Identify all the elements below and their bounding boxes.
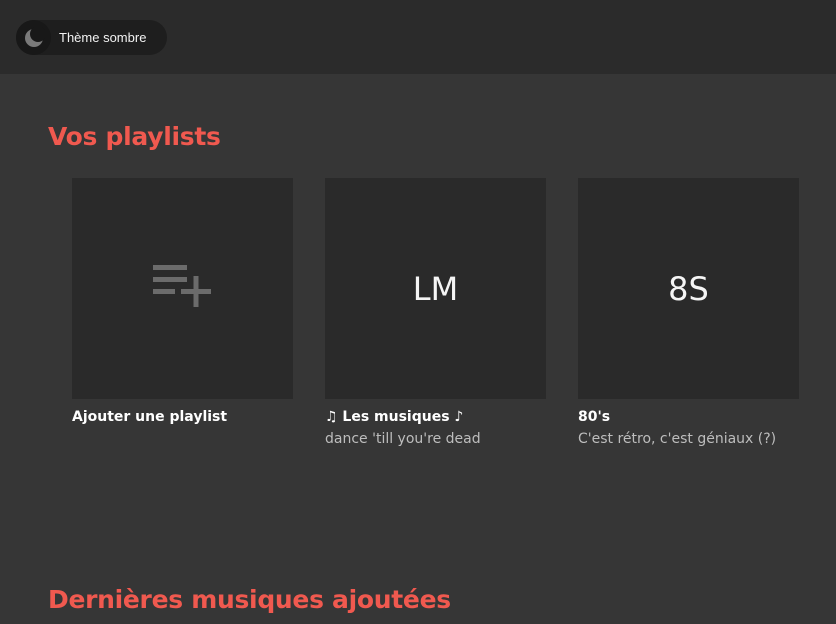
top-bar: Thème sombre: [0, 0, 836, 74]
playlist-card-description: C'est rétro, c'est géniaux (?): [578, 431, 777, 447]
playlist-initials: LM: [412, 269, 459, 308]
playlist-card-art[interactable]: [72, 178, 293, 399]
playlists-section-title: Vos playlists: [48, 122, 221, 151]
playlist-card[interactable]: 8S 80's C'est rétro, c'est géniaux (?): [578, 178, 799, 447]
theme-toggle-label: Thème sombre: [59, 30, 147, 45]
playlist-card-art[interactable]: LM: [325, 178, 546, 399]
recent-songs-section-title: Dernières musiques ajoutées: [48, 585, 451, 614]
playlist-add-icon: [152, 263, 213, 314]
playlist-card[interactable]: LM ♫ Les musiques ♪ dance 'till you're d…: [325, 178, 546, 447]
playlist-card-name[interactable]: Ajouter une playlist: [72, 409, 293, 425]
moon-icon: [16, 20, 51, 55]
theme-toggle-button[interactable]: Thème sombre: [16, 20, 167, 55]
playlist-card-description: dance 'till you're dead: [325, 431, 481, 447]
playlist-card-name[interactable]: ♫ Les musiques ♪: [325, 409, 546, 425]
playlist-card-name[interactable]: 80's: [578, 409, 799, 425]
playlist-card-art[interactable]: 8S: [578, 178, 799, 399]
playlist-initials: 8S: [668, 269, 709, 308]
playlist-card-add[interactable]: Ajouter une playlist: [72, 178, 293, 425]
